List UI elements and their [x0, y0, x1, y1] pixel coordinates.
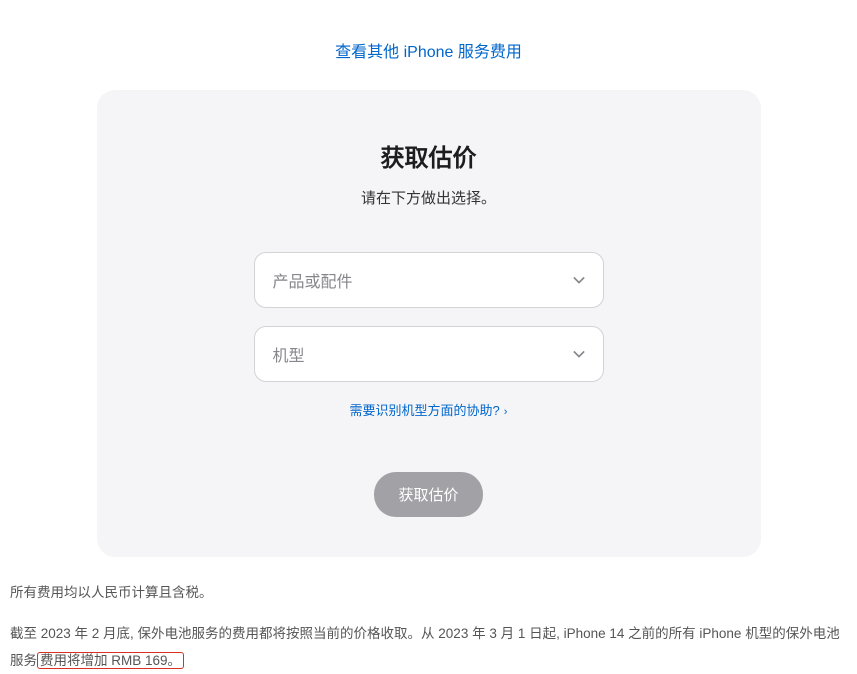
- model-select[interactable]: 机型: [254, 326, 604, 382]
- get-estimate-button[interactable]: 获取估价: [374, 472, 482, 517]
- product-select-placeholder: 产品或配件: [273, 268, 353, 292]
- model-select-wrapper: 机型: [254, 326, 604, 382]
- footer-text: 所有费用均以人民币计算且含税。 截至 2023 年 2 月底, 保外电池服务的费…: [0, 557, 857, 674]
- card-subtitle: 请在下方做出选择。: [137, 187, 721, 208]
- help-link-container: 需要识别机型方面的协助? ›: [137, 400, 721, 420]
- footer-line-2: 截至 2023 年 2 月底, 保外电池服务的费用都将按照当前的价格收取。从 2…: [10, 620, 847, 674]
- estimate-card: 获取估价 请在下方做出选择。 产品或配件 机型 需要识别机型方面的协助? › 获取…: [97, 90, 761, 557]
- help-link-label: 需要识别机型方面的协助?: [350, 403, 500, 418]
- identify-model-help-link[interactable]: 需要识别机型方面的协助? ›: [350, 403, 508, 418]
- footer-line-1: 所有费用均以人民币计算且含税。: [10, 579, 847, 606]
- model-select-placeholder: 机型: [273, 342, 305, 366]
- chevron-down-icon: [573, 274, 585, 286]
- price-increase-highlight: 费用将增加 RMB 169。: [37, 652, 184, 669]
- other-service-fees-link[interactable]: 查看其他 iPhone 服务费用: [335, 44, 522, 61]
- chevron-right-icon: ›: [504, 406, 508, 418]
- product-select[interactable]: 产品或配件: [254, 252, 604, 308]
- product-select-wrapper: 产品或配件: [254, 252, 604, 308]
- top-link-container: 查看其他 iPhone 服务费用: [0, 0, 857, 90]
- card-title: 获取估价: [137, 138, 721, 173]
- chevron-down-icon: [573, 348, 585, 360]
